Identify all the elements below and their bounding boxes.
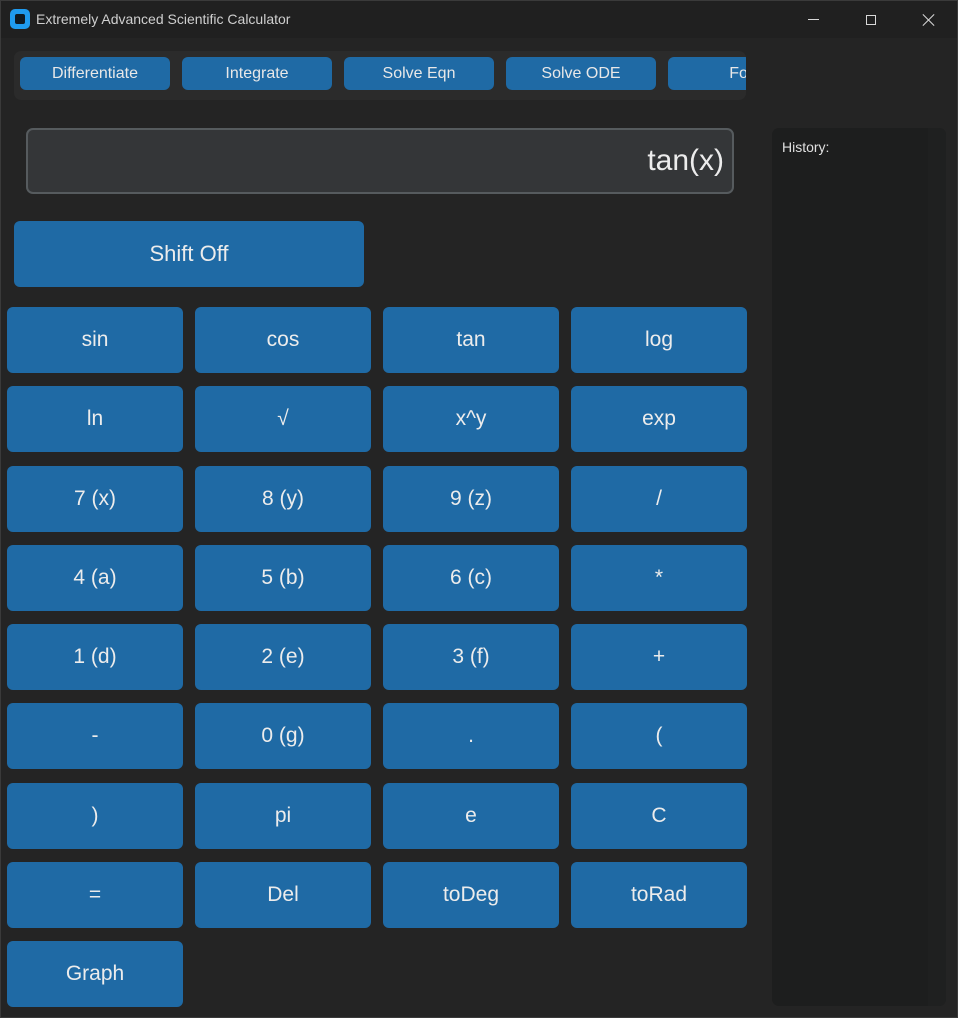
key-button[interactable]: √ (195, 386, 371, 452)
differentiate-button[interactable]: Differentiate (20, 57, 170, 90)
key-button[interactable]: * (571, 545, 747, 611)
shift-toggle-button[interactable]: Shift Off (14, 221, 364, 287)
key-button[interactable]: . (383, 703, 559, 769)
minimize-button[interactable] (784, 1, 842, 38)
key-button[interactable]: - (7, 703, 183, 769)
solve-eqn-button[interactable]: Solve Eqn (344, 57, 494, 90)
key-button[interactable]: x^y (383, 386, 559, 452)
title-bar: Extremely Advanced Scientific Calculator (1, 1, 957, 38)
key-button[interactable]: pi (195, 783, 371, 849)
history-panel: History: (772, 128, 946, 1006)
fourier-button[interactable]: Fou (668, 57, 746, 90)
expression-display[interactable]: tan(x) (26, 128, 734, 194)
history-scrollbar[interactable] (928, 128, 946, 1006)
key-button[interactable]: 0 (g) (195, 703, 371, 769)
key-button[interactable]: C (571, 783, 747, 849)
key-button[interactable]: 1 (d) (7, 624, 183, 690)
key-button[interactable]: = (7, 862, 183, 928)
key-button[interactable]: toDeg (383, 862, 559, 928)
key-button[interactable]: 7 (x) (7, 466, 183, 532)
close-button[interactable] (900, 1, 958, 38)
key-button[interactable]: 4 (a) (7, 545, 183, 611)
key-button[interactable]: exp (571, 386, 747, 452)
key-button[interactable]: sin (7, 307, 183, 373)
key-button[interactable]: cos (195, 307, 371, 373)
display-value: tan(x) (647, 144, 724, 177)
window-title: Extremely Advanced Scientific Calculator (36, 11, 291, 27)
key-button[interactable]: 3 (f) (383, 624, 559, 690)
solve-ode-button[interactable]: Solve ODE (506, 57, 656, 90)
key-button[interactable]: 2 (e) (195, 624, 371, 690)
maximize-button[interactable] (842, 1, 900, 38)
key-button[interactable]: 5 (b) (195, 545, 371, 611)
key-button[interactable]: 8 (y) (195, 466, 371, 532)
key-button[interactable]: 9 (z) (383, 466, 559, 532)
close-icon (922, 13, 936, 27)
key-button[interactable]: e (383, 783, 559, 849)
key-button[interactable]: Graph (7, 941, 183, 1007)
integrate-button[interactable]: Integrate (182, 57, 332, 90)
key-button[interactable]: + (571, 624, 747, 690)
key-button[interactable]: log (571, 307, 747, 373)
history-label: History: (782, 139, 830, 155)
key-button[interactable]: ( (571, 703, 747, 769)
key-button[interactable]: ) (7, 783, 183, 849)
key-button[interactable]: toRad (571, 862, 747, 928)
key-button[interactable]: 6 (c) (383, 545, 559, 611)
key-button[interactable]: tan (383, 307, 559, 373)
minimize-icon (807, 19, 819, 20)
key-button[interactable]: / (571, 466, 747, 532)
key-button[interactable]: Del (195, 862, 371, 928)
operations-toolbar[interactable]: Differentiate Integrate Solve Eqn Solve … (14, 51, 746, 100)
app-icon (10, 9, 30, 29)
key-button[interactable]: ln (7, 386, 183, 452)
maximize-icon (866, 14, 876, 25)
